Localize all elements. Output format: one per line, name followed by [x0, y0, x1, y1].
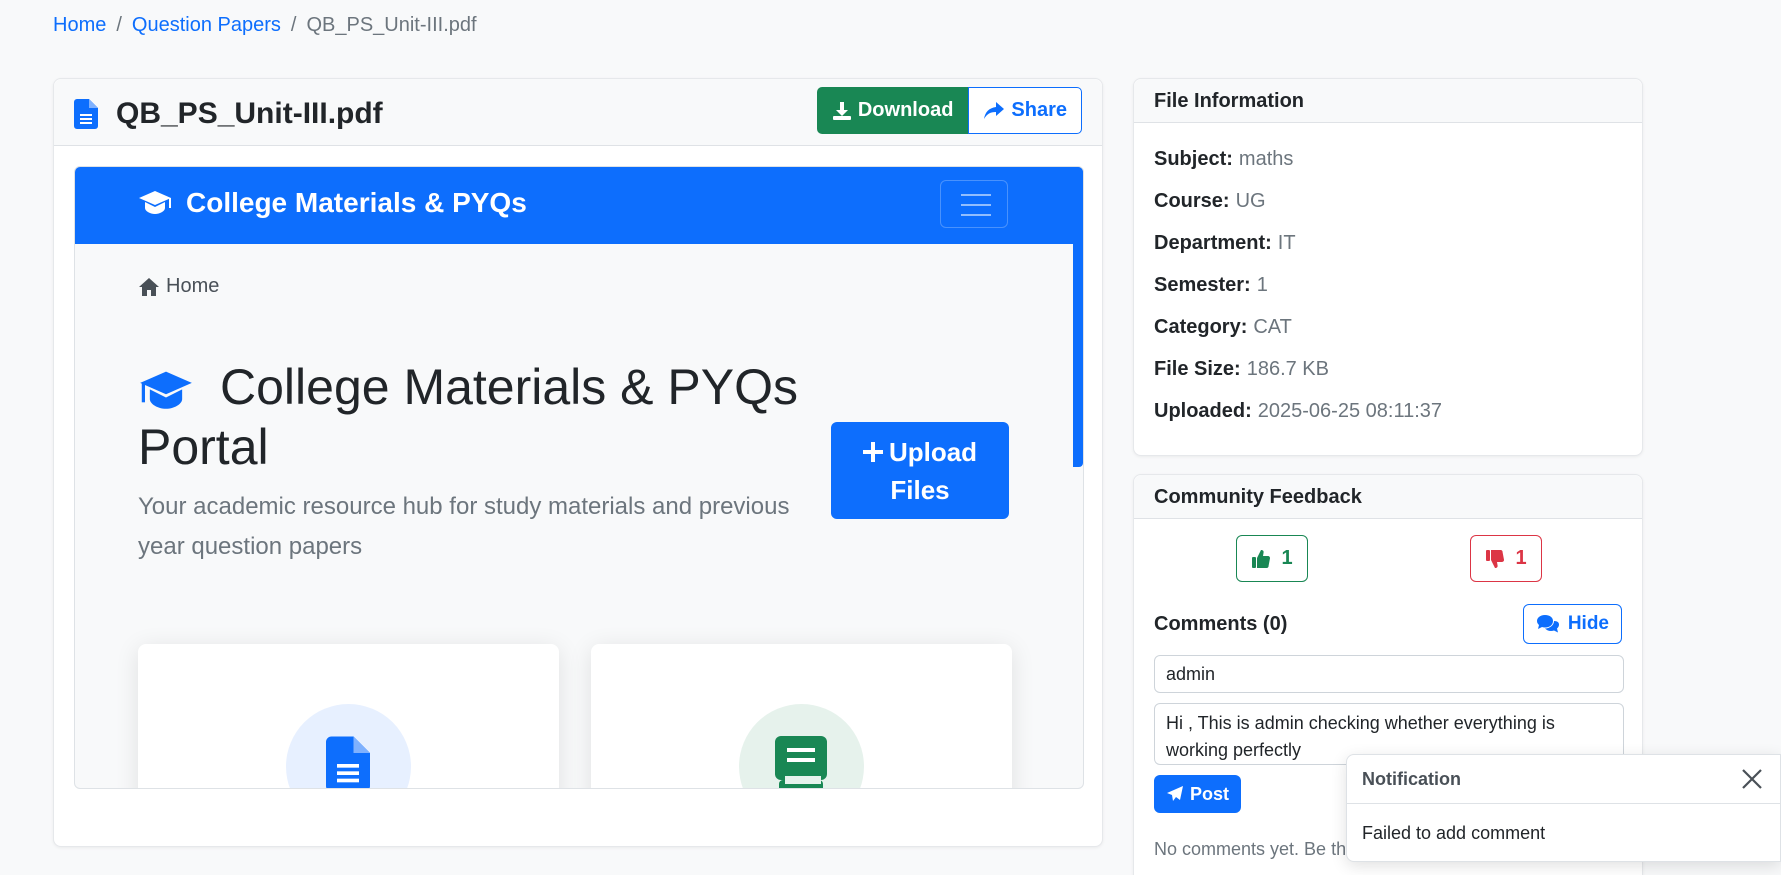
graduation-cap-icon [139, 191, 171, 214]
preview-hero-subtitle: Your academic resource hub for study mat… [138, 493, 790, 560]
close-toast-button[interactable] [1739, 766, 1765, 792]
file-document-icon [326, 736, 370, 788]
info-row-category: Category: CAT [1134, 306, 1642, 348]
preview-feature-card[interactable] [138, 644, 559, 788]
info-value: CAT [1253, 315, 1292, 338]
file-viewer-card: QB_PS_Unit-III.pdf Download Share Colleg… [53, 78, 1103, 847]
breadcrumb-separator: / [116, 14, 122, 36]
breadcrumb-current: QB_PS_Unit-III.pdf [306, 14, 477, 36]
graduation-cap-icon [140, 371, 192, 409]
info-label: Subject: [1154, 147, 1233, 170]
info-row-semester: Semester: 1 [1134, 264, 1642, 306]
download-label: Download [857, 99, 954, 121]
toast-header: Notification [1347, 755, 1780, 804]
info-value: 186.7 KB [1246, 357, 1329, 380]
preview-hero-title: College Materials & PYQs Portal [138, 357, 818, 477]
info-row-course: Course: UG [1134, 180, 1642, 222]
breadcrumb-separator: / [290, 14, 297, 36]
info-value: UG [1235, 189, 1266, 212]
dislike-count: 1 [1515, 547, 1527, 569]
file-actions: Download Share [816, 87, 1082, 134]
info-row-uploaded: Uploaded: 2025-06-25 08:11:37 [1134, 390, 1642, 432]
preview-home-link[interactable]: Home [138, 275, 219, 298]
hide-comments-button[interactable]: Hide [1522, 604, 1622, 644]
close-icon [1742, 769, 1762, 789]
navbar-toggler-button[interactable] [940, 180, 1008, 228]
info-value: 2025-06-25 08:11:37 [1257, 399, 1443, 422]
info-value: maths [1238, 147, 1294, 170]
breadcrumb-home-link[interactable]: Home [53, 14, 106, 37]
notification-toast: Notification Failed to add comment [1346, 754, 1781, 862]
preview-navbar: College Materials & PYQs [75, 167, 1083, 244]
info-label: Department: [1154, 231, 1272, 254]
breadcrumb-question-papers-link[interactable]: Question Papers [132, 14, 281, 37]
plus-icon [862, 441, 883, 462]
share-button[interactable]: Share [968, 87, 1082, 134]
thumbs-down-icon [1486, 549, 1505, 568]
breadcrumb: Home / Question Papers / QB_PS_Unit-III.… [53, 14, 477, 37]
feature-icon-circle [286, 704, 411, 788]
community-feedback-header: Community Feedback [1134, 475, 1642, 519]
post-comment-button[interactable]: Post [1154, 775, 1242, 813]
info-row-file-size: File Size: 186.7 KB [1134, 348, 1642, 390]
share-label: Share [1011, 99, 1067, 121]
preview-home-label: Home [166, 275, 220, 297]
info-label: Semester: [1154, 273, 1251, 296]
preview-scrollbar[interactable] [1073, 167, 1083, 467]
toast-message: Failed to add comment [1362, 823, 1546, 843]
share-icon [984, 101, 1005, 119]
info-label: Uploaded: [1154, 399, 1252, 422]
commenter-name-input[interactable]: admin [1154, 655, 1624, 693]
upload-files-label: Upload Files [888, 436, 978, 505]
info-label: Course: [1154, 189, 1230, 212]
upload-files-button[interactable]: Upload Files [831, 422, 1009, 519]
info-label: File Size: [1154, 357, 1241, 380]
preview-brand-text: College Materials & PYQs [186, 187, 527, 218]
preview-feature-card[interactable] [591, 644, 1012, 788]
comments-title: Comments (0) [1154, 613, 1288, 635]
file-information-header: File Information [1134, 79, 1642, 123]
info-value: IT [1277, 231, 1296, 254]
dislike-button[interactable]: 1 [1470, 535, 1542, 582]
info-row-subject: Subject: maths [1134, 138, 1642, 180]
info-label: Category: [1154, 315, 1248, 338]
preview-hero-title-text: College Materials & PYQs Portal [138, 359, 799, 475]
file-title: QB_PS_Unit-III.pdf [74, 97, 383, 131]
file-document-icon [74, 99, 98, 129]
file-information-list: Subject: maths Course: UG Department: IT Se… [1134, 123, 1642, 432]
comments-icon [1536, 615, 1559, 633]
file-information-card: File Information Subject: maths Course: UG… [1133, 78, 1643, 456]
preview-brand[interactable]: College Materials & PYQs [138, 187, 527, 219]
file-name: QB_PS_Unit-III.pdf [116, 97, 383, 130]
download-button[interactable]: Download [816, 87, 969, 134]
paper-plane-icon [1167, 786, 1183, 801]
file-viewer-header: QB_PS_Unit-III.pdf Download Share [54, 79, 1102, 146]
hide-label: Hide [1567, 613, 1609, 634]
file-preview-frame[interactable]: College Materials & PYQs Home College Ma… [74, 166, 1084, 789]
feature-icon-circle [739, 704, 864, 788]
info-value: 1 [1256, 273, 1268, 296]
info-row-department: Department: IT [1134, 222, 1642, 264]
toast-title: Notification [1362, 768, 1461, 789]
post-label: Post [1190, 783, 1230, 804]
like-button[interactable]: 1 [1236, 535, 1308, 582]
book-icon [775, 736, 827, 788]
home-icon [139, 277, 159, 296]
download-icon [832, 101, 851, 120]
like-count: 1 [1281, 547, 1293, 569]
thumbs-up-icon [1252, 549, 1271, 568]
